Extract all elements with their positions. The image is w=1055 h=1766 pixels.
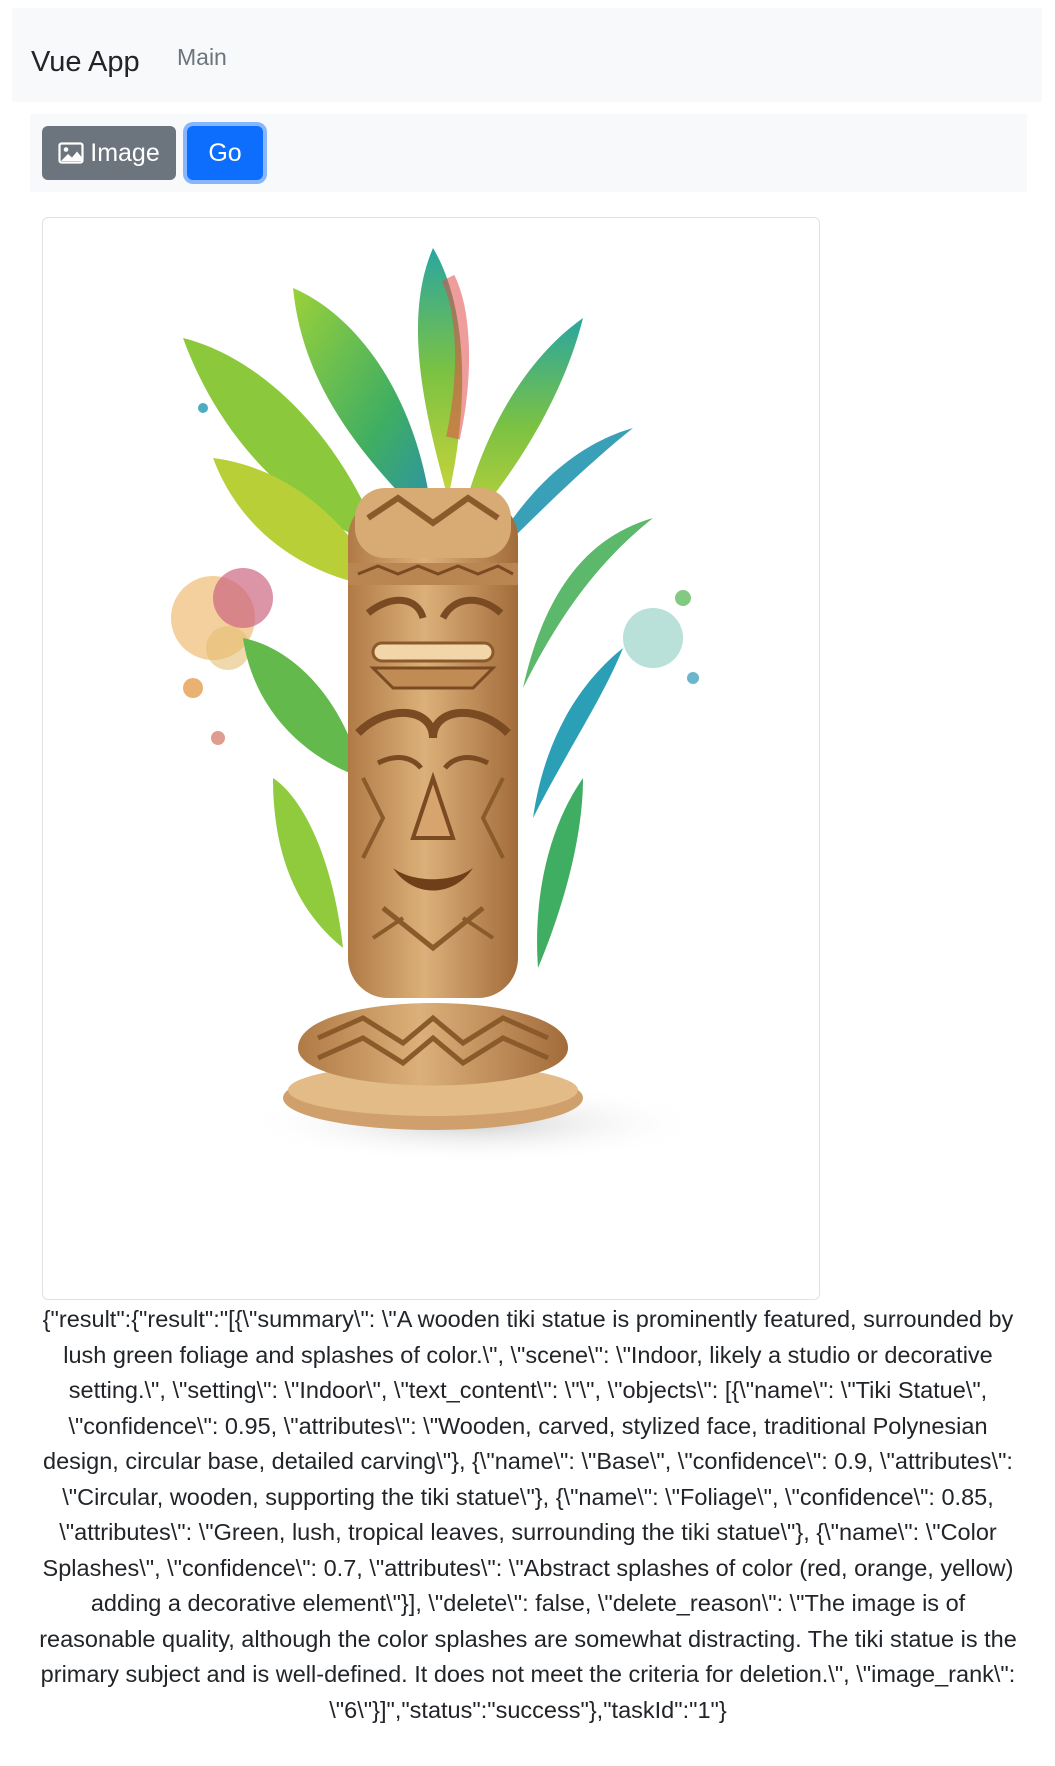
toolbar: Image Go xyxy=(30,114,1027,192)
image-button[interactable]: Image xyxy=(42,126,176,180)
image-icon xyxy=(58,142,84,164)
statue-base xyxy=(283,1003,583,1130)
result-output: {"result":{"result":"[{\"summary\": \"A … xyxy=(39,1306,1017,1723)
nav-link-main[interactable]: Main xyxy=(177,42,227,72)
tiki-statue-illustration xyxy=(171,248,703,1163)
navbar-brand[interactable]: Vue App xyxy=(31,44,140,80)
tiki-statue xyxy=(348,488,518,998)
navbar: Vue App Main xyxy=(12,8,1042,102)
image-button-label: Image xyxy=(90,138,160,167)
go-button-label: Go xyxy=(208,138,242,167)
image-preview-card xyxy=(42,217,820,1300)
go-button[interactable]: Go xyxy=(187,126,263,180)
